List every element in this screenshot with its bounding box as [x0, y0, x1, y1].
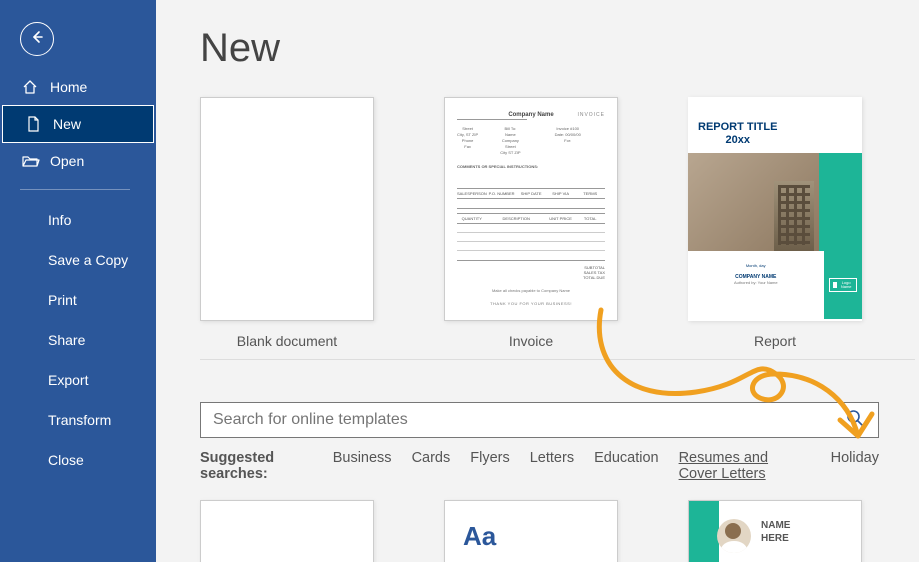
- suggested-link-holiday[interactable]: Holiday: [831, 450, 879, 466]
- suggested-link-letters[interactable]: Letters: [530, 450, 574, 466]
- suggested-link-education[interactable]: Education: [594, 450, 659, 466]
- suggested-link-cards[interactable]: Cards: [412, 450, 451, 466]
- home-icon: [22, 79, 40, 95]
- main-panel: New Blank document Company Name INVOICE …: [156, 0, 919, 562]
- back-button[interactable]: [20, 22, 54, 56]
- suggested-searches-row: Suggested searches: Business Cards Flyer…: [200, 450, 879, 482]
- sidebar-item-info[interactable]: Info: [0, 200, 156, 240]
- suggested-link-resumes-and-cover-letters[interactable]: Resumes and Cover Letters: [679, 450, 811, 482]
- suggested-link-business[interactable]: Business: [333, 450, 392, 466]
- sidebar-item-label: New: [53, 116, 81, 132]
- style-sample: Aa: [445, 501, 617, 552]
- template-thumbnail: REPORT TITLE20xx Month, day COMPANY NAME…: [688, 97, 862, 321]
- suggested-label: Suggested searches:: [200, 450, 307, 482]
- backstage-sidebar: Home New Open Info Save a Copy Print Sha…: [0, 0, 156, 562]
- featured-templates-row: Blank document Company Name INVOICE Stre…: [200, 97, 915, 360]
- template-blank-document[interactable]: Blank document: [200, 97, 374, 359]
- document-icon: [25, 116, 43, 132]
- sidebar-item-print[interactable]: Print: [0, 280, 156, 320]
- page-title: New: [200, 26, 919, 71]
- avatar-icon: [717, 519, 751, 553]
- template-result[interactable]: Aa: [444, 500, 618, 562]
- sidebar-item-close[interactable]: Close: [0, 440, 156, 480]
- template-result-resume[interactable]: NAMEHERE: [688, 500, 862, 562]
- sidebar-item-export[interactable]: Export: [0, 360, 156, 400]
- sidebar-item-open[interactable]: Open: [0, 143, 156, 179]
- folder-open-icon: [22, 154, 40, 168]
- sidebar-item-new[interactable]: New: [2, 105, 154, 143]
- sidebar-item-home[interactable]: Home: [0, 69, 156, 105]
- template-label: Report: [688, 333, 862, 359]
- sidebar-item-label: Home: [50, 79, 87, 95]
- template-search-area: Suggested searches: Business Cards Flyer…: [200, 402, 879, 482]
- template-label: Invoice: [444, 333, 618, 359]
- template-invoice[interactable]: Company Name INVOICE StreetCity, ST ZIPP…: [444, 97, 618, 359]
- search-input[interactable]: [201, 411, 832, 429]
- search-icon[interactable]: [832, 409, 878, 432]
- template-thumbnail: Company Name INVOICE StreetCity, ST ZIPP…: [444, 97, 618, 321]
- invoice-badge: INVOICE: [577, 112, 605, 118]
- search-box: [200, 402, 879, 438]
- template-thumbnail: [200, 97, 374, 321]
- sidebar-item-label: Open: [50, 153, 84, 169]
- template-label: Blank document: [200, 333, 374, 359]
- suggested-link-flyers[interactable]: Flyers: [470, 450, 509, 466]
- template-result[interactable]: [200, 500, 374, 562]
- arrow-left-icon: [29, 29, 45, 50]
- template-report[interactable]: REPORT TITLE20xx Month, day COMPANY NAME…: [688, 97, 862, 359]
- online-templates-row: Aa NAMEHERE: [200, 500, 915, 562]
- sidebar-item-share[interactable]: Share: [0, 320, 156, 360]
- sidebar-item-transform[interactable]: Transform: [0, 400, 156, 440]
- sidebar-item-save-a-copy[interactable]: Save a Copy: [0, 240, 156, 280]
- sidebar-divider: [20, 189, 130, 190]
